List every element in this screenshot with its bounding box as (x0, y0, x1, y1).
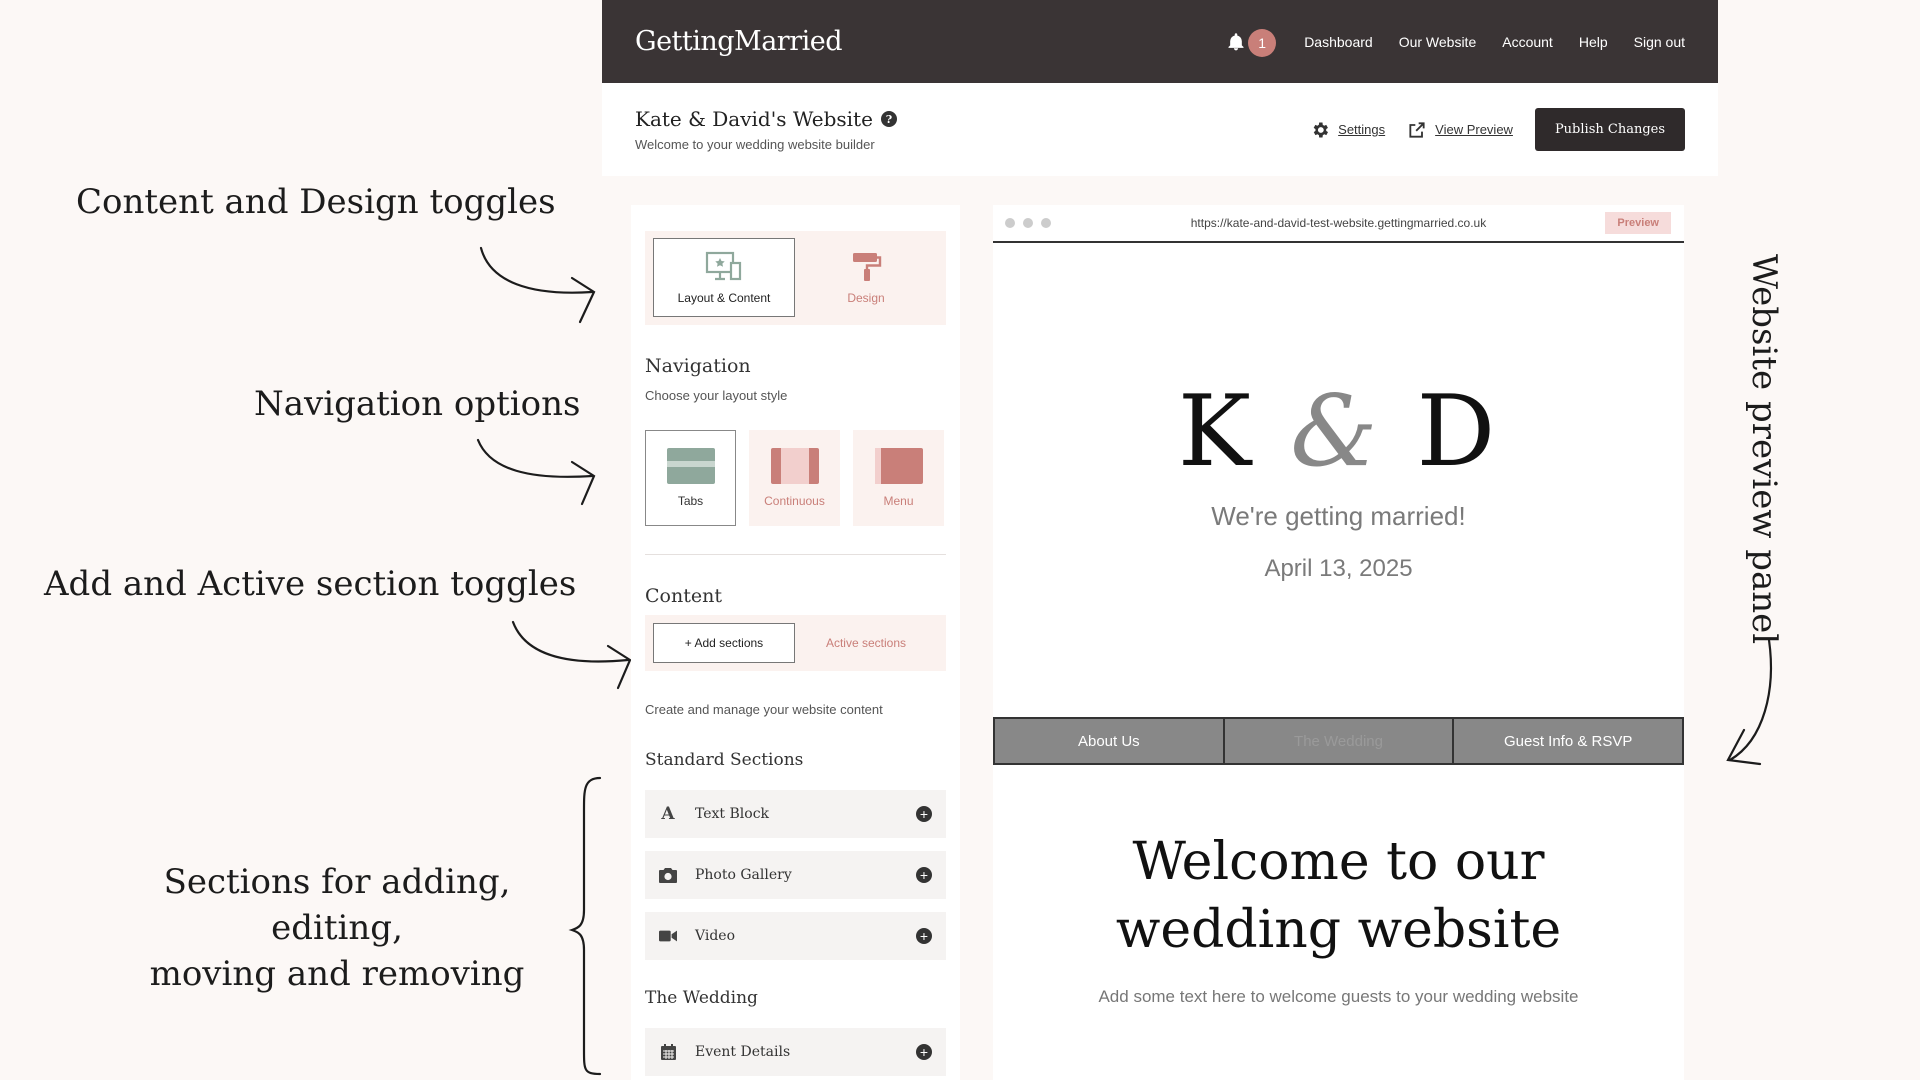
design-toggle[interactable]: Design (795, 238, 937, 317)
the-wedding-title: The Wedding (645, 988, 758, 1008)
top-bar: GettingMarried 1 Dashboard Our Website A… (602, 0, 1718, 83)
panel-divider (645, 554, 946, 555)
calendar-icon (659, 1044, 677, 1060)
content-design-toggles: Layout & Content Design (645, 231, 946, 325)
add-circle-icon[interactable]: + (916, 1044, 932, 1060)
section-item-text-block[interactable]: A Text Block + (645, 790, 946, 838)
navigation-title: Navigation (645, 355, 751, 377)
section-item-label: Video (695, 928, 736, 944)
monogram-right: D (1416, 375, 1500, 489)
video-camera-icon (659, 929, 677, 943)
editor-panel: Layout & Content Design Navigation Choos… (631, 205, 960, 1080)
content-title: Content (645, 585, 722, 607)
notification-badge: 1 (1248, 28, 1277, 57)
nav-option-continuous-label: Continuous (764, 494, 825, 508)
annotation-sections-line1: Sections for adding, editing, (163, 862, 511, 948)
help-icon[interactable]: ? (880, 111, 897, 127)
annotation-navigation: Navigation options (254, 384, 581, 424)
app-window: GettingMarried 1 Dashboard Our Website A… (602, 0, 1718, 1080)
section-item-label: Text Block (695, 806, 770, 822)
page-subtitle: Welcome to your wedding website builder (635, 137, 875, 152)
annotation-content-design: Content and Design toggles (76, 182, 556, 222)
nav-our-website[interactable]: Our Website (1399, 34, 1477, 50)
section-item-video[interactable]: Video + (645, 912, 946, 960)
brand-logo[interactable]: GettingMarried (635, 26, 843, 57)
preview-tab-guest-info[interactable]: Guest Info & RSVP (1454, 719, 1682, 763)
notifications[interactable]: 1 (1226, 27, 1278, 57)
paint-roller-icon (853, 252, 882, 281)
active-sections-button[interactable]: Active sections (795, 623, 937, 663)
annotation-preview-panel-text: Website preview panel (1744, 254, 1784, 645)
content-description: Create and manage your website content (645, 702, 883, 717)
add-circle-icon[interactable]: + (916, 928, 932, 944)
external-link-icon (1409, 121, 1425, 138)
nav-dashboard[interactable]: Dashboard (1304, 34, 1373, 50)
settings-link[interactable]: Settings (1310, 120, 1385, 140)
annotation-sections-line2: moving and removing (149, 953, 525, 994)
nav-sign-out[interactable]: Sign out (1634, 34, 1685, 50)
standard-sections-title: Standard Sections (645, 750, 804, 770)
add-circle-icon[interactable]: + (916, 806, 932, 822)
preview-tabs: About Us The Wedding Guest Info & RSVP (993, 717, 1684, 765)
welcome-line2: wedding website (1115, 900, 1562, 960)
nav-option-menu-label: Menu (883, 494, 914, 508)
monogram: K & D (993, 375, 1684, 489)
text-icon: A (661, 804, 675, 824)
view-preview-label: View Preview (1435, 122, 1513, 137)
header-actions: Settings View Preview Publish Changes (1310, 108, 1685, 151)
bell-icon (1228, 32, 1244, 50)
section-item-event-details[interactable]: Event Details + (645, 1028, 946, 1076)
page-title-text: Kate & David's Website (635, 107, 873, 131)
preview-tab-about-us[interactable]: About Us (995, 719, 1225, 763)
preview-tagline: We're getting married! (1211, 501, 1466, 531)
title-block: Kate & David's Website ? Welcome to your… (635, 107, 897, 152)
welcome-heading: Welcome to our wedding website (993, 828, 1684, 964)
design-label: Design (847, 290, 885, 305)
publish-changes-button[interactable]: Publish Changes (1534, 108, 1685, 151)
browser-bar: https://kate-and-david-test-website.gett… (993, 205, 1684, 243)
nav-help[interactable]: Help (1579, 34, 1608, 50)
welcome-line1: Welcome to our (1132, 832, 1545, 892)
nav-account[interactable]: Account (1502, 34, 1553, 50)
monogram-left: K (1177, 375, 1256, 489)
gear-icon (1313, 122, 1329, 137)
preview-tab-the-wedding[interactable]: The Wedding (1225, 719, 1455, 763)
page-header: Kate & David's Website ? Welcome to your… (602, 83, 1718, 176)
menu-layout-icon (874, 448, 923, 484)
preview-url: https://kate-and-david-test-website.gett… (1190, 216, 1487, 230)
annotation-sections: Sections for adding, editing, moving and… (114, 860, 560, 998)
layout-content-label: Layout & Content (677, 290, 771, 305)
settings-label: Settings (1338, 122, 1386, 137)
add-active-toggles: + Add sections Active sections (645, 615, 946, 671)
preview-badge: Preview (1605, 212, 1671, 234)
navigation-subtitle: Choose your layout style (645, 388, 788, 403)
page-title: Kate & David's Website ? (635, 107, 897, 131)
layout-devices-icon (705, 251, 742, 280)
monogram-ampersand: & (1290, 375, 1382, 489)
view-preview-link[interactable]: View Preview (1407, 120, 1513, 140)
nav-option-continuous[interactable]: Continuous (749, 430, 840, 526)
nav-option-tabs[interactable]: Tabs (645, 430, 736, 526)
website-preview-panel: https://kate-and-david-test-website.gett… (993, 205, 1684, 1080)
add-sections-button[interactable]: + Add sections (653, 623, 795, 663)
welcome-subtext: Add some text here to welcome guests to … (1098, 987, 1579, 1006)
section-item-label: Event Details (695, 1044, 791, 1060)
camera-icon (659, 867, 677, 883)
nav-option-menu[interactable]: Menu (853, 430, 944, 526)
nav-option-tabs-label: Tabs (677, 494, 704, 508)
tabs-layout-icon (666, 448, 715, 484)
annotation-add-active: Add and Active section toggles (44, 564, 577, 604)
section-item-label: Photo Gallery (695, 867, 792, 883)
annotation-preview-panel: Website preview panel (1736, 254, 1796, 644)
preview-date: April 13, 2025 (1264, 555, 1413, 582)
top-nav: 1 Dashboard Our Website Account Help Sig… (1226, 27, 1685, 57)
layout-content-toggle[interactable]: Layout & Content (653, 238, 795, 317)
add-circle-icon[interactable]: + (916, 867, 932, 883)
section-item-photo-gallery[interactable]: Photo Gallery + (645, 851, 946, 899)
continuous-layout-icon (770, 448, 819, 484)
